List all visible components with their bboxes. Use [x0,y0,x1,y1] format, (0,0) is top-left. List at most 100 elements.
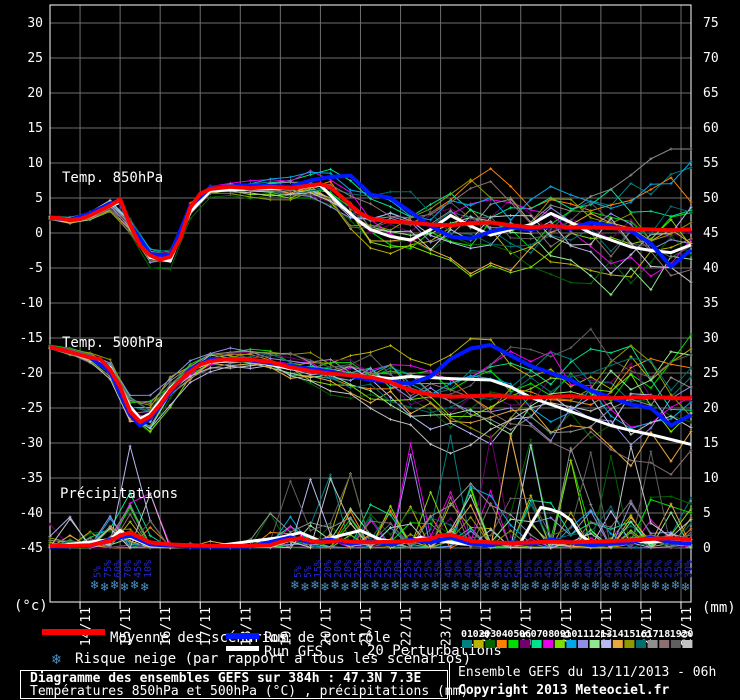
snowflake-icon: ❄ [520,580,529,595]
snowflake-icon: ❄ [120,580,129,595]
y-right-tick-label: 20 [703,401,719,416]
perturbation-number: 06 [519,629,531,640]
legend-snow-label: Risque neige (par rapport a tous les scé… [75,651,471,667]
perturbation-number: 20 [681,629,693,640]
snowflake-icon: ❄ [530,578,539,593]
perturbation-number: 18 [658,629,670,640]
snowflake-icon: ❄ [651,578,660,593]
perturbation-number: 16 [635,629,647,640]
perturbation-swatch [474,640,484,648]
snowflake-icon: ❄ [52,650,61,668]
perturbation-number: 08 [542,629,554,640]
panel-label-850: Temp. 850hPa [62,170,163,186]
perturbation-number: 02 [473,629,485,640]
panel-label-500: Temp. 500hPa [62,335,163,351]
snowflake-icon: ❄ [380,580,389,595]
legend-control-swatch [226,633,259,639]
x-tick-label: 14/11 [79,607,94,646]
y-right-tick-label: 45 [703,226,719,241]
snowflake-icon: ❄ [661,580,670,595]
snowflake-icon: ❄ [430,578,439,593]
snowflake-icon: ❄ [110,578,119,593]
y-right-tick-label: 55 [703,156,719,171]
footer-copyright: Copyright 2013 Meteociel.fr [458,683,669,698]
y-left-tick-label: 0 [35,226,43,241]
perturbation-number: 19 [670,629,682,640]
member-line-20 [50,349,691,454]
snowflake-icon: ❄ [601,580,610,595]
y-left-tick-label: 30 [27,16,43,31]
snowflake-icon: ❄ [570,578,579,593]
perturbation-number: 05 [507,629,519,640]
y-left-tick-label: -40 [20,506,43,521]
snowflake-icon: ❄ [360,580,369,595]
snowflake-icon: ❄ [671,578,680,593]
y-left-tick-label: 10 [27,156,43,171]
y-right-tick-label: 35 [703,296,719,311]
snowflake-icon: ❄ [320,580,329,595]
snowflake-icon: ❄ [681,580,690,595]
snowflake-icon: ❄ [400,580,409,595]
y-right-tick-label: 15 [703,436,719,451]
snowflake-icon: ❄ [621,580,630,595]
y-left-tick-label: -20 [20,366,43,381]
perturbation-swatch [566,640,576,648]
perturbation-number: 01 [461,629,473,640]
y-right-tick-label: 25 [703,366,719,381]
y-left-tick-label: -15 [20,331,43,346]
snowflake-icon: ❄ [310,578,319,593]
perturbation-number: 09 [554,629,566,640]
snowflake-icon: ❄ [290,578,299,593]
y-left-unit: (°c) [14,598,48,614]
perturbation-swatch [648,640,658,648]
perturbation-number: 17 [647,629,659,640]
snowflake-icon: ❄ [130,578,139,593]
perturbation-swatch [485,640,495,648]
snowflake-icon: ❄ [420,580,429,595]
snowflake-icon: ❄ [631,578,640,593]
snowflake-icon: ❄ [370,578,379,593]
y-left-tick-label: 5 [35,191,43,206]
y-left-tick-label: -35 [20,471,43,486]
y-right-tick-label: 60 [703,121,719,136]
panel-label-precip: Précipitations [60,486,178,502]
snowflake-icon: ❄ [560,580,569,595]
y-right-tick-label: 75 [703,16,719,31]
snowflake-icon: ❄ [581,580,590,595]
perturbation-swatch [590,640,600,648]
y-right-tick-label: 30 [703,331,719,346]
y-left-tick-label: -45 [20,541,43,556]
legend-mean-label: Moyenne des scénarios [110,630,287,646]
snowflake-icon: ❄ [550,578,559,593]
ensemble-diagram-page: { "footer": { "title_line1": "Diagramme … [0,0,740,700]
perturbation-swatch [682,640,692,648]
snowflake-icon: ❄ [480,580,489,595]
y-right-tick-label: 10 [703,471,719,486]
perturbation-swatch [462,640,472,648]
snowflake-icon: ❄ [340,580,349,595]
axis-labels: 302520151050-5-10-15-20-25-30-35-40-4575… [20,16,719,646]
snowflake-icon: ❄ [470,578,479,593]
perturbation-number: 15 [623,629,635,640]
snow-risk-percent: 10% [143,560,154,578]
snow-risk-rows: ❄5%❄75%❄60%❄70%❄45%❄10%❄5%❄5%❄15%❄20%❄20… [90,560,695,595]
perturbation-number: 07 [531,629,543,640]
perturbation-swatch [508,640,518,648]
perturbation-number: 11 [577,629,589,640]
snowflake-icon: ❄ [140,580,149,595]
snowflake-icon: ❄ [500,580,509,595]
y-right-tick-label: 70 [703,51,719,66]
y-left-tick-label: -25 [20,401,43,416]
perturbation-swatch [601,640,611,648]
y-left-tick-label: 15 [27,121,43,136]
snowflake-icon: ❄ [410,578,419,593]
snowflake-icon: ❄ [591,578,600,593]
snowflake-icon: ❄ [330,578,339,593]
snowflake-icon: ❄ [460,580,469,595]
perturbation-number: 03 [484,629,496,640]
snowflake-icon: ❄ [300,580,309,595]
snowflake-icon: ❄ [390,578,399,593]
snow-risk-percent: 30% [684,560,695,578]
perturbation-number: 14 [612,629,624,640]
perturbation-swatch [624,640,634,648]
